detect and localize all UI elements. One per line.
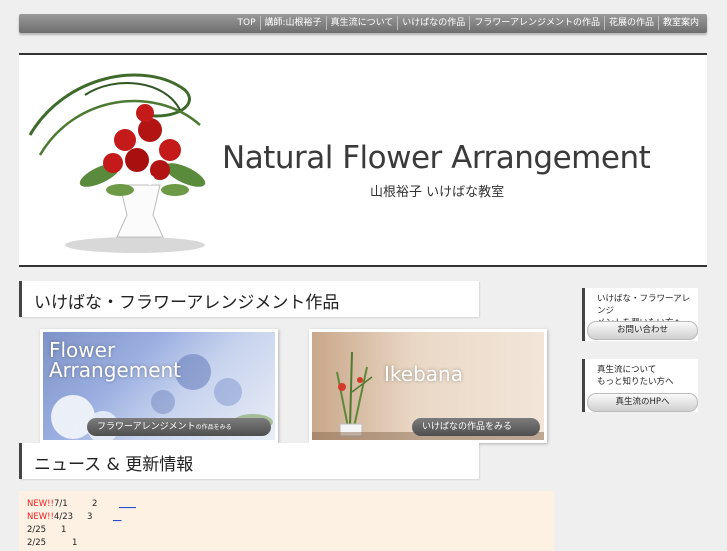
news-number: 1: [61, 525, 67, 535]
ikebana-card-title: Ikebana: [384, 362, 463, 386]
news-date: 7/1: [53, 499, 68, 509]
news-date: 2/25: [27, 538, 47, 548]
news-date: 2/25: [27, 525, 47, 535]
top-nav-bar: TOP 講師:山根裕子 真生流について いけばなの作品 フラワーアレンジメントの…: [19, 14, 707, 33]
nav-menu: TOP 講師:山根裕子 真生流について いけばなの作品 フラワーアレンジメントの…: [234, 16, 704, 30]
works-heading-text: いけばな・フラワーアレンジメント作品: [34, 293, 340, 313]
flower-card-title: Flower Arrangement: [49, 338, 182, 382]
nav-item-exhibition-works[interactable]: 花展の作品: [603, 16, 658, 30]
nav-item-top[interactable]: TOP: [234, 16, 260, 30]
nav-item-instructor[interactable]: 講師:山根裕子: [259, 16, 326, 30]
flower-button-main: フラワーアレンジメント: [97, 422, 196, 432]
contact-button[interactable]: お問い合わせ: [587, 321, 698, 340]
news-heading-text: ニュース & 更新情報: [34, 455, 194, 475]
news-item: NEW!!4/23 3 __: [27, 512, 122, 522]
news-item: 2/25 1: [27, 525, 66, 535]
shinsei-box-text: 真生流について もっと知りたい方へ: [597, 365, 674, 387]
news-date: 4/23: [53, 512, 74, 522]
new-badge: NEW!!: [27, 499, 54, 509]
site-title: Natural Flower Arrangement: [222, 140, 651, 176]
nav-item-about-shinsei[interactable]: 真生流について: [325, 16, 398, 30]
news-link[interactable]: ____: [119, 499, 136, 509]
news-item: NEW!!7/1 2 ____: [27, 499, 136, 509]
view-flower-works-button[interactable]: フラワーアレンジメントの作品をみる: [87, 418, 271, 436]
news-number: 3: [87, 512, 93, 522]
sidebar-contact-box: いけばな・フラワーアレンジ メントを習いたい方へ お問い合わせ: [582, 288, 698, 341]
new-badge: NEW!!: [27, 512, 54, 522]
nav-item-ikebana-works[interactable]: いけばなの作品: [397, 16, 469, 30]
ikebana-card[interactable]: Ikebana いけばなの作品をみる: [309, 329, 547, 443]
works-section-heading: いけばな・フラワーアレンジメント作品: [19, 281, 479, 317]
header-banner: Natural Flower Arrangement 山根裕子 いけばな教室: [19, 53, 707, 267]
flower-arrangement-card[interactable]: Flower Arrangement フラワーアレンジメントの作品をみる: [40, 329, 278, 443]
nav-item-flower-works[interactable]: フラワーアレンジメントの作品: [469, 16, 604, 30]
news-link[interactable]: __: [113, 512, 122, 522]
flower-arrangement-image: [28, 73, 206, 253]
news-item: 2/25 1: [27, 538, 77, 548]
flower-button-small: の作品をみる: [195, 424, 232, 431]
shinsei-hp-button[interactable]: 真生流のHPへ: [587, 393, 698, 412]
nav-item-class-info[interactable]: 教室案内: [657, 16, 703, 30]
news-section-heading: ニュース & 更新情報: [19, 443, 479, 479]
news-number: 1: [72, 538, 78, 548]
view-ikebana-works-button[interactable]: いけばなの作品をみる: [412, 418, 540, 436]
sidebar-shinsei-box: 真生流について もっと知りたい方へ 真生流のHPへ: [582, 359, 698, 412]
news-list: NEW!!7/1 2 ____ NEW!!4/23 3 __ 2/25 1 2/…: [19, 491, 554, 551]
news-number: 2: [92, 499, 98, 509]
site-subtitle: 山根裕子 いけばな教室: [370, 185, 505, 200]
